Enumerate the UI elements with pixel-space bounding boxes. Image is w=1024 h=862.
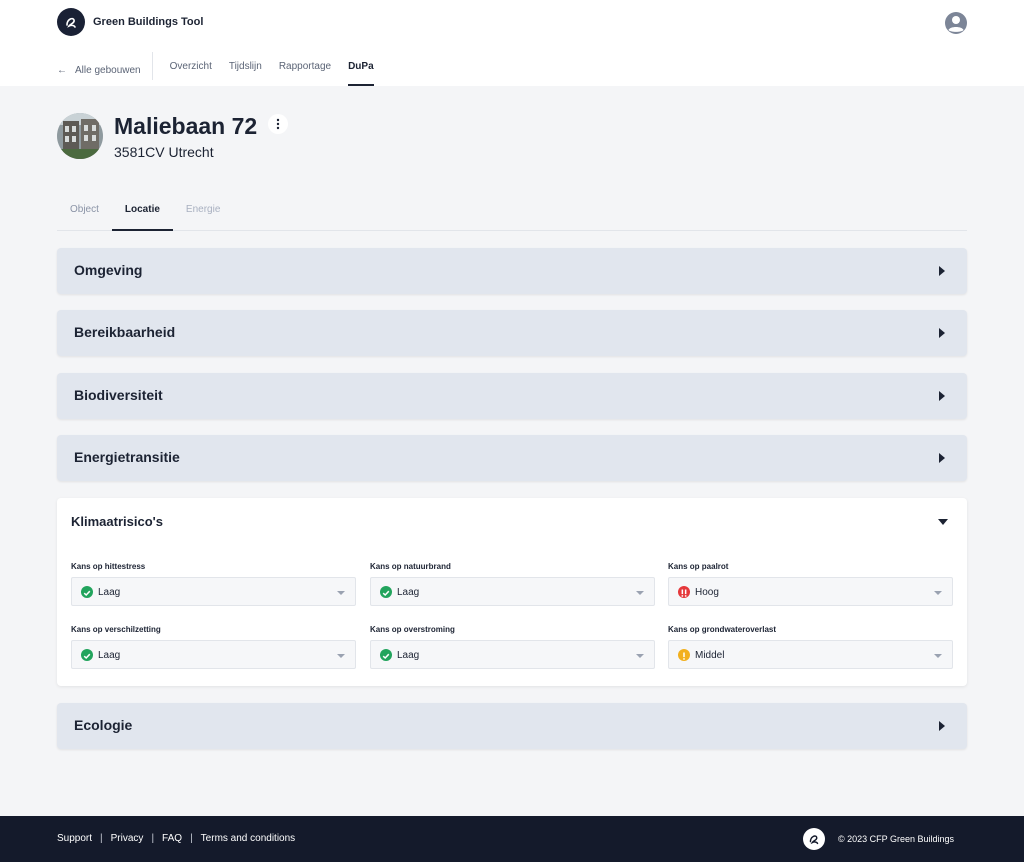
field-label: Kans op paalrot (668, 562, 729, 571)
select-natuurbrand[interactable]: Laag (370, 577, 655, 606)
accordion-title: Omgeving (74, 262, 143, 278)
check-circle-icon (380, 586, 392, 598)
select-value: Laag (98, 587, 121, 598)
select-hittestress[interactable]: Laag (71, 577, 356, 606)
field-label: Kans op overstroming (370, 625, 455, 634)
footer: Support | Privacy | FAQ | Terms and cond… (0, 816, 1024, 862)
nav-dupa[interactable]: DuPa (348, 52, 374, 86)
warning-circle-icon (678, 649, 690, 661)
caret-right-icon (939, 453, 945, 463)
caret-right-icon (939, 328, 945, 338)
back-link-label: Alle gebouwen (75, 65, 141, 76)
check-circle-icon (81, 586, 93, 598)
accordion-energietransitie[interactable]: Energietransitie (57, 435, 967, 481)
accordion-title: Biodiversiteit (74, 387, 163, 403)
top-bar: Green Buildings Tool ← Alle gebouwen Ove… (0, 0, 1024, 86)
accordion-omgeving[interactable]: Omgeving (57, 248, 967, 294)
building-photo (57, 113, 103, 159)
nav-overzicht[interactable]: Overzicht (170, 52, 212, 86)
chevron-down-icon (337, 654, 345, 658)
select-grondwateroverlast[interactable]: Middel (668, 640, 953, 669)
select-value: Laag (397, 650, 420, 661)
accordion-biodiversiteit[interactable]: Biodiversiteit (57, 373, 967, 419)
select-overstroming[interactable]: Laag (370, 640, 655, 669)
footer-link-privacy[interactable]: Privacy (111, 833, 144, 844)
select-verschilzetting[interactable]: Laag (71, 640, 356, 669)
back-link[interactable]: ← Alle gebouwen (57, 52, 153, 80)
select-value: Hoog (695, 587, 719, 598)
select-value: Laag (98, 650, 121, 661)
field-label: Kans op verschilzetting (71, 625, 161, 634)
accordion-title: Energietransitie (74, 449, 180, 465)
chevron-down-icon (934, 654, 942, 658)
caret-down-icon[interactable] (938, 519, 948, 525)
select-value: Laag (397, 587, 420, 598)
copyright: © 2023 CFP Green Buildings (838, 834, 955, 844)
tab-locatie[interactable]: Locatie (111, 198, 173, 231)
accordion-title[interactable]: Klimaatrisico's (71, 514, 163, 529)
field-label: Kans op hittestress (71, 562, 146, 571)
alert-circle-icon (678, 586, 690, 598)
footer-links: Support | Privacy | FAQ | Terms and cond… (57, 833, 295, 844)
user-avatar-icon[interactable] (944, 11, 968, 35)
footer-link-faq[interactable]: FAQ (162, 833, 182, 844)
select-value: Middel (695, 650, 725, 661)
accordion-title: Ecologie (74, 717, 133, 733)
footer-separator: | (190, 833, 193, 844)
tab-energie[interactable]: Energie (173, 198, 233, 231)
chevron-down-icon (636, 654, 644, 658)
caret-right-icon (939, 266, 945, 276)
app-name: Green Buildings Tool (93, 16, 204, 28)
main-nav: ← Alle gebouwen Overzicht Tijdslijn Rapp… (57, 52, 374, 86)
footer-separator: | (100, 833, 103, 844)
footer-link-support[interactable]: Support (57, 833, 92, 844)
brand-logo-icon (57, 8, 85, 36)
nav-tijdslijn[interactable]: Tijdslijn (229, 52, 262, 86)
accordion-bereikbaarheid[interactable]: Bereikbaarheid (57, 310, 967, 356)
check-circle-icon (380, 649, 392, 661)
select-paalrot[interactable]: Hoog (668, 577, 953, 606)
footer-logo-icon (803, 828, 825, 850)
chevron-down-icon (934, 591, 942, 595)
more-options-icon[interactable] (268, 114, 288, 134)
section-tabs: Object Locatie Energie (57, 198, 967, 231)
accordion-klimaatrisicos: Klimaatrisico's Kans op hittestress Laag… (57, 498, 967, 686)
field-label: Kans op grondwateroverlast (668, 625, 777, 634)
chevron-down-icon (337, 591, 345, 595)
caret-right-icon (939, 721, 945, 731)
footer-separator: | (151, 833, 155, 844)
footer-link-terms[interactable]: Terms and conditions (201, 833, 296, 844)
tab-object[interactable]: Object (57, 198, 112, 231)
brand[interactable]: Green Buildings Tool (57, 8, 203, 36)
caret-right-icon (939, 391, 945, 401)
field-label: Kans op natuurbrand (370, 562, 451, 571)
check-circle-icon (81, 649, 93, 661)
accordion-ecologie[interactable]: Ecologie (57, 703, 967, 749)
arrow-left-icon: ← (57, 65, 67, 76)
building-address: 3581CV Utrecht (114, 144, 214, 160)
nav-rapportage[interactable]: Rapportage (279, 52, 331, 86)
accordion-title: Bereikbaarheid (74, 324, 176, 340)
building-title: Maliebaan 72 (114, 113, 258, 139)
chevron-down-icon (636, 591, 644, 595)
